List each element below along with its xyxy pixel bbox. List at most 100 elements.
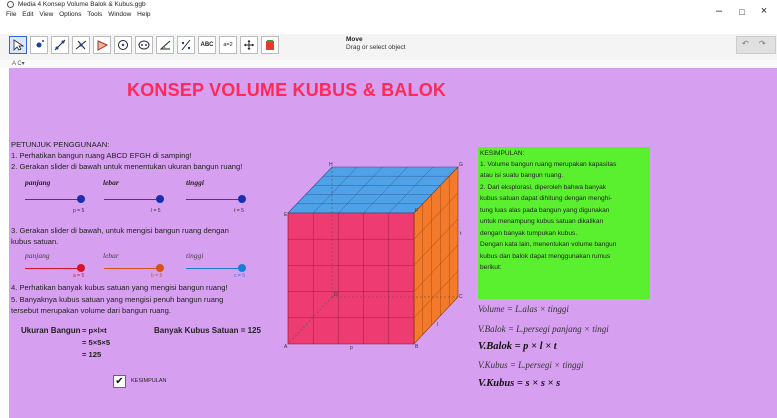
circle-tool-button[interactable] bbox=[114, 36, 132, 54]
menu-view[interactable]: View bbox=[39, 11, 53, 18]
ukuran-label: Ukuran Bangun bbox=[21, 326, 81, 335]
conclusion-line: Dengan kata lain, menentukan volume bang… bbox=[480, 241, 617, 248]
conclusion-heading: KESIMPULAN: bbox=[480, 150, 525, 157]
menu-edit[interactable]: Edit bbox=[22, 11, 33, 18]
menu-help[interactable]: Help bbox=[137, 11, 150, 18]
formula-kubus-area: V.Kubus = L.persegi × tinggi bbox=[478, 360, 584, 370]
slider-lebar-handle[interactable] bbox=[156, 195, 164, 203]
kesimpulan-checkbox-label: KESIMPULAN bbox=[131, 378, 167, 384]
formula-kubus: V.Kubus = s × s × s bbox=[478, 378, 561, 389]
slider-panjang-label: panjang bbox=[25, 178, 51, 187]
move-view-tool-button[interactable] bbox=[240, 36, 258, 54]
edge-label-t: t bbox=[460, 231, 462, 237]
instruction-step-5b: tersebut merupakan volume dari bangun ru… bbox=[11, 306, 171, 315]
menu-window[interactable]: Window bbox=[108, 11, 131, 18]
instruction-step-2: 2. Gerakan slider di bawah untuk menentu… bbox=[11, 162, 243, 171]
instruction-step-5: 5. Banyaknya kubus satuan yang mengisi p… bbox=[11, 295, 224, 304]
angle-icon bbox=[159, 40, 171, 50]
instruction-step-4: 4. Perhatikan banyak kubus satuan yang m… bbox=[11, 283, 228, 292]
style-bar: A C▾ bbox=[0, 60, 777, 68]
ukuran-formula: = p×l×t bbox=[82, 326, 107, 335]
color-tool-button[interactable] bbox=[261, 36, 279, 54]
slider-b-lebar-handle[interactable] bbox=[156, 264, 164, 272]
vertex-label-h: H bbox=[329, 162, 333, 168]
style-bar-label[interactable]: A C▾ bbox=[12, 60, 25, 67]
ellipse-tool-button[interactable] bbox=[135, 36, 153, 54]
slider-panjang-track[interactable] bbox=[25, 199, 81, 200]
text-tool-button[interactable]: ABC bbox=[198, 36, 216, 54]
slider-b-panjang-handle[interactable] bbox=[77, 264, 85, 272]
edge-label-l: l bbox=[437, 322, 438, 328]
slider-tinggi-label: tinggi bbox=[186, 178, 204, 187]
color-icon bbox=[266, 40, 274, 50]
banyak-kubus-label: Banyak Kubus Satuan = 125 bbox=[154, 326, 261, 335]
instruction-step-3: 3. Gerakan slider di bawah, untuk mengis… bbox=[11, 226, 229, 235]
formula-volume: Volume = L.alas × tinggi bbox=[478, 304, 569, 314]
undo-redo-panel: ↶ ↷ bbox=[736, 36, 776, 54]
maximize-button[interactable]: □ bbox=[735, 7, 749, 17]
conclusion-line: kubus satuan dapat dihitung dengan mengh… bbox=[480, 195, 612, 202]
menu-options[interactable]: Options bbox=[59, 11, 81, 18]
slider-b-tinggi-label: tinggi bbox=[186, 251, 204, 260]
slider-b-tinggi-handle[interactable] bbox=[238, 264, 246, 272]
point-icon bbox=[36, 40, 44, 48]
conclusion-line: berikut: bbox=[480, 264, 502, 271]
perpendicular-tool-button[interactable] bbox=[72, 36, 90, 54]
vertex-label-c: C bbox=[459, 294, 463, 300]
slider-icon: a=2 bbox=[223, 42, 233, 48]
active-tool-description: Drag or select object bbox=[346, 44, 406, 51]
reflect-icon bbox=[181, 39, 191, 51]
slider-b-tinggi-value: c = 5 bbox=[234, 273, 245, 279]
slider-tool-button[interactable]: a=2 bbox=[219, 36, 237, 54]
conclusion-line: kubus dan balok dapat menggunakan rumus bbox=[480, 253, 611, 260]
vertex-label-d: D bbox=[334, 292, 338, 298]
kesimpulan-checkbox[interactable]: ✔ bbox=[113, 375, 126, 388]
slider-b-panjang-track[interactable] bbox=[25, 268, 81, 269]
slider-lebar-value: l = 5 bbox=[151, 208, 161, 214]
vertex-label-f: F bbox=[415, 208, 418, 214]
slider-b-tinggi-track[interactable] bbox=[186, 268, 242, 269]
ukuran-result: = 125 bbox=[82, 350, 102, 359]
vertex-label-a: A bbox=[284, 344, 288, 350]
cube-figure[interactable]: H G E F D C A B p l t bbox=[284, 160, 474, 350]
undo-icon[interactable]: ↶ bbox=[742, 39, 749, 48]
text-tool-icon: ABC bbox=[200, 42, 214, 48]
window-title: Media 4 Konsep Volume Balok & Kubus.ggb bbox=[18, 1, 146, 8]
move-tool-button[interactable] bbox=[9, 36, 27, 54]
menu-tools[interactable]: Tools bbox=[87, 11, 102, 18]
slider-panjang-handle[interactable] bbox=[77, 195, 85, 203]
slider-tinggi-value: t = 5 bbox=[234, 208, 244, 214]
conclusion-line: untuk menampung kubus satuan dikalikan bbox=[480, 218, 604, 225]
conclusion-line: tung luas alas pada bangun yang digunaka… bbox=[480, 207, 610, 214]
close-button[interactable]: × bbox=[757, 5, 771, 17]
angle-tool-button[interactable] bbox=[156, 36, 174, 54]
menu-bar: File Edit View Options Tools Window Help bbox=[6, 11, 155, 18]
conclusion-line: 1. Volume bangun ruang merupakan kapasit… bbox=[480, 161, 617, 168]
slider-tinggi-handle[interactable] bbox=[238, 195, 246, 203]
slider-b-lebar-track[interactable] bbox=[104, 268, 160, 269]
reflect-tool-button[interactable] bbox=[177, 36, 195, 54]
minimize-button[interactable]: – bbox=[712, 5, 726, 17]
conclusion-panel: KESIMPULAN: 1. Volume bangun ruang merup… bbox=[478, 147, 650, 299]
toolbar: ABC a=2 Move Drag or select object bbox=[0, 34, 777, 61]
circle-icon bbox=[118, 40, 128, 50]
slider-b-panjang-value: a = 5 bbox=[73, 273, 85, 279]
slider-tinggi-track[interactable] bbox=[186, 199, 242, 200]
ukuran-substitution: = 5×5×5 bbox=[82, 338, 111, 347]
active-tool-title: Move bbox=[346, 36, 363, 43]
line-icon bbox=[54, 39, 66, 51]
slider-b-lebar-label: lebar bbox=[103, 251, 119, 260]
redo-icon[interactable]: ↷ bbox=[759, 39, 766, 48]
point-tool-button[interactable] bbox=[30, 36, 48, 54]
line-tool-button[interactable] bbox=[51, 36, 69, 54]
polygon-tool-button[interactable] bbox=[93, 36, 111, 54]
slider-lebar-track[interactable] bbox=[104, 199, 160, 200]
instruction-step-3b: kubus satuan. bbox=[11, 237, 59, 246]
slider-b-lebar-value: b = 5 bbox=[151, 273, 163, 279]
polygon-icon bbox=[97, 40, 108, 51]
vertex-label-g: G bbox=[459, 162, 463, 168]
slider-panjang-value: p = 5 bbox=[73, 208, 85, 214]
vertex-label-e: E bbox=[284, 212, 288, 218]
menu-file[interactable]: File bbox=[6, 11, 16, 18]
cube-front-face bbox=[287, 212, 415, 345]
